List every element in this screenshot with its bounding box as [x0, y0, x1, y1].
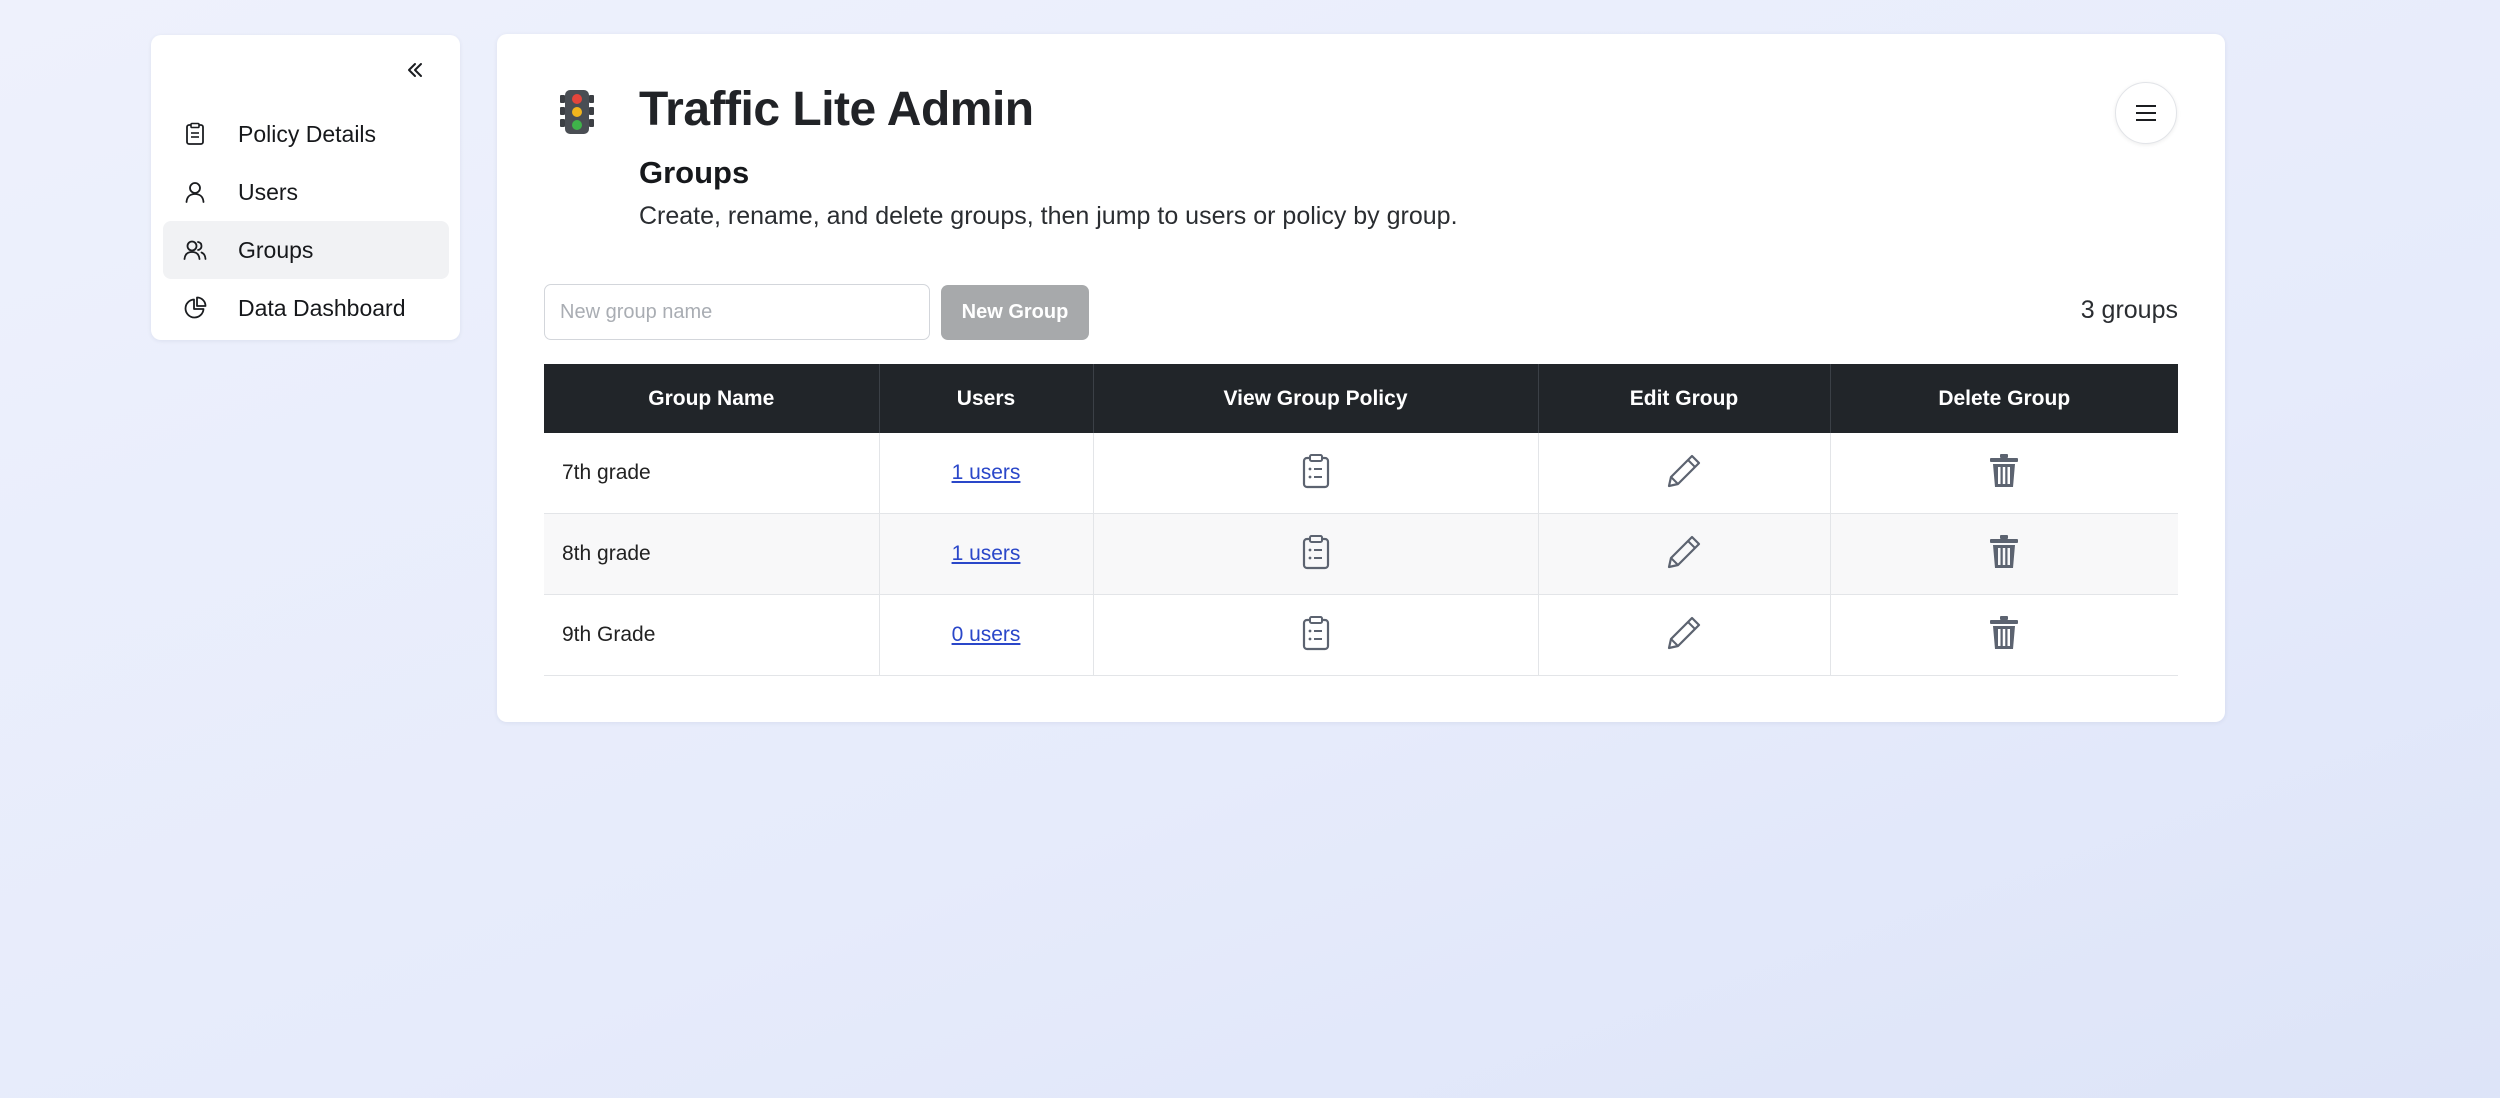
edit-group-cell: [1538, 513, 1831, 595]
view-group-policy-button[interactable]: [1296, 451, 1336, 491]
pie-chart-icon: [183, 296, 207, 320]
edit-group-button[interactable]: [1664, 532, 1704, 572]
edit-group-button[interactable]: [1664, 613, 1704, 653]
delete-group-cell: [1830, 594, 2178, 676]
new-group-button[interactable]: New Group: [941, 285, 1089, 340]
clipboard-list-icon: [1302, 454, 1329, 489]
trash-icon: [1990, 454, 2019, 487]
users-icon: [183, 238, 207, 262]
delete-group-cell: [1830, 433, 2178, 514]
pencil-icon: [1667, 616, 1701, 650]
table-row: 8th grade 1 users: [544, 513, 2178, 595]
clipboard-icon: [183, 122, 207, 146]
pencil-icon: [1667, 454, 1701, 488]
pencil-icon: [1667, 535, 1701, 569]
view-policy-cell: [1093, 513, 1539, 595]
app-title: Traffic Lite Admin: [639, 83, 1034, 136]
sidebar-item-groups[interactable]: Groups: [163, 221, 449, 279]
menu-button[interactable]: [2115, 82, 2177, 144]
view-policy-cell: [1093, 433, 1539, 514]
table-header-row: Group Name Users View Group Policy Edit …: [544, 364, 2178, 433]
main-card: Traffic Lite Admin Groups Create, rename…: [497, 34, 2225, 722]
sidebar-item-label: Groups: [238, 236, 314, 263]
groups-table: Group Name Users View Group Policy Edit …: [544, 364, 2178, 676]
clipboard-list-icon: [1302, 535, 1329, 570]
group-name-cell: 7th grade: [544, 433, 880, 514]
sidebar-item-data-dashboard[interactable]: Data Dashboard: [163, 279, 449, 337]
view-group-policy-button[interactable]: [1296, 613, 1336, 653]
page-description: Create, rename, and delete groups, then …: [639, 202, 1458, 230]
edit-group-cell: [1538, 594, 1831, 676]
users-cell: 0 users: [879, 594, 1094, 676]
column-header-delete-group: Delete Group: [1830, 364, 2178, 433]
collapse-sidebar-button[interactable]: [395, 53, 435, 87]
group-count: 3 groups: [2080, 296, 2178, 324]
column-header-group-name: Group Name: [544, 364, 880, 433]
sidebar-item-users[interactable]: Users: [163, 163, 449, 221]
traffic-light-icon: [560, 90, 594, 134]
group-users-link[interactable]: 1 users: [952, 461, 1021, 484]
sidebar-item-label: Users: [238, 178, 299, 205]
user-icon: [183, 180, 207, 204]
view-policy-cell: [1093, 594, 1539, 676]
delete-group-button[interactable]: [1984, 613, 2024, 653]
edit-group-cell: [1538, 433, 1831, 514]
table-row: 9th Grade 0 users: [544, 594, 2178, 676]
group-users-link[interactable]: 1 users: [952, 542, 1021, 565]
double-chevron-left-icon: [408, 63, 422, 77]
sidebar-item-policy-details[interactable]: Policy Details: [163, 105, 449, 163]
delete-group-button[interactable]: [1984, 451, 2024, 491]
column-header-edit-group: Edit Group: [1538, 364, 1831, 433]
group-name-cell: 8th grade: [544, 513, 880, 595]
users-cell: 1 users: [879, 433, 1094, 514]
clipboard-list-icon: [1302, 616, 1329, 651]
trash-icon: [1990, 535, 2019, 568]
sidebar-nav: Policy Details Users Groups Data Dashboa…: [163, 105, 449, 337]
new-group-name-input[interactable]: [544, 284, 930, 340]
edit-group-button[interactable]: [1664, 451, 1704, 491]
view-group-policy-button[interactable]: [1296, 532, 1336, 572]
group-users-link[interactable]: 0 users: [952, 623, 1021, 646]
column-header-users: Users: [879, 364, 1094, 433]
group-name-cell: 9th Grade: [544, 594, 880, 676]
trash-icon: [1990, 616, 2019, 649]
column-header-view-group-policy: View Group Policy: [1093, 364, 1539, 433]
delete-group-cell: [1830, 513, 2178, 595]
hamburger-menu-icon: [2136, 105, 2156, 121]
delete-group-button[interactable]: [1984, 532, 2024, 572]
sidebar-item-label: Policy Details: [238, 120, 377, 147]
users-cell: 1 users: [879, 513, 1094, 595]
page-title: Groups: [639, 155, 750, 190]
sidebar: Policy Details Users Groups Data Dashboa…: [151, 35, 460, 340]
table-row: 7th grade 1 users: [544, 433, 2178, 514]
sidebar-item-label: Data Dashboard: [238, 294, 406, 321]
